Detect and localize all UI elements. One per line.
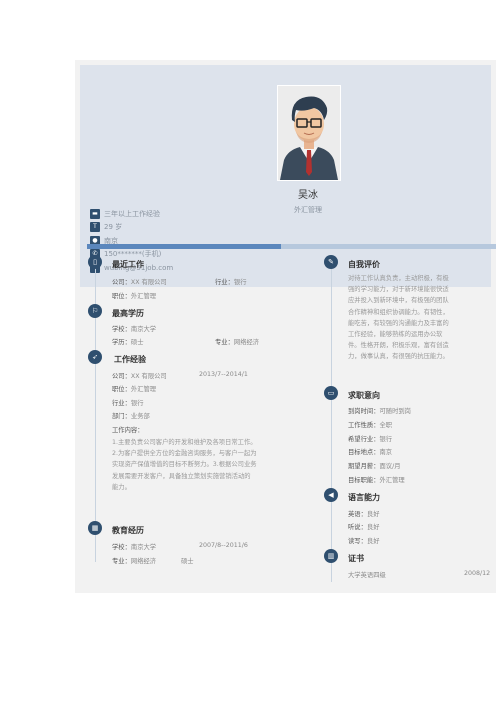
contact-experience: ▬ 三年以上工作经验: [90, 207, 173, 220]
work-content: 1.主要负责公司客户的开发和维护及各项日常工作。 2.为客户提供全方位的金融咨询…: [112, 439, 257, 491]
chat-icon: ✎: [324, 255, 338, 269]
language-heading: 语言能力: [348, 493, 380, 502]
work-dept: 部门：业务部: [112, 413, 150, 420]
recent-job-heading: 最近工作: [112, 260, 144, 269]
left-timeline: [95, 256, 96, 562]
briefcase-icon: ▬: [90, 208, 100, 219]
running-icon: ⚐: [88, 304, 102, 318]
intent-heading: 求职意向: [348, 391, 380, 400]
edu-period: 2007/8--2011/6: [199, 542, 248, 549]
resume-page: ▬ 三年以上工作经验 T 29 岁 ● 南京 ✆ 150*******(手机) …: [75, 60, 496, 593]
language-row: 英语：良好: [348, 511, 380, 518]
recent-industry: 行业：银行: [215, 279, 247, 286]
intent-row: 期望月薪：面议/月: [348, 463, 401, 470]
right-timeline: [331, 256, 332, 582]
candidate-title: 外汇管理: [294, 206, 322, 214]
language-row: 听说：良好: [348, 524, 380, 531]
contact-text: 150*******(手机): [104, 250, 162, 258]
top-edu-heading: 最高学历: [112, 309, 144, 318]
intent-row: 目标地点：南京: [348, 449, 393, 456]
intent-row: 工作性质：全职: [348, 422, 393, 429]
education-heading: 教育经历: [112, 526, 144, 535]
intent-row: 目标职能：外汇管理: [348, 477, 405, 484]
recent-company: 公司：XX 有限公司: [112, 279, 167, 286]
work-industry: 行业：银行: [112, 400, 144, 407]
top-edu-school: 学校：南京大学: [112, 326, 157, 333]
person-icon: T: [90, 222, 100, 232]
contact-age: T 29 岁: [90, 221, 173, 234]
contact-text: 三年以上工作经验: [104, 209, 160, 218]
candidate-name: 吴冰: [298, 190, 318, 201]
work-position: 职位：外汇管理: [112, 386, 157, 393]
top-edu-major: 专业：网络经济: [215, 339, 260, 346]
intent-row: 到岗时间：可随时到岗: [348, 408, 411, 415]
intent-row: 希望行业：银行: [348, 436, 393, 443]
speaker-icon: ◀: [324, 488, 338, 502]
top-edu-degree: 学历：硕士: [112, 339, 144, 346]
edu-major: 专业：网络经济: [112, 558, 157, 565]
edu-degree: 硕士: [181, 558, 194, 565]
cert-date: 2008/12: [464, 570, 491, 577]
edu-school: 学校：南京大学: [112, 544, 157, 551]
building-icon: ▦: [88, 521, 102, 535]
cert-heading: 证书: [348, 554, 364, 563]
avatar-illustration: [278, 86, 340, 180]
rocket-icon: ➶: [88, 350, 102, 364]
book-icon: ▥: [324, 549, 338, 563]
avatar-photo: [277, 85, 341, 181]
work-company: 公司：XX 有限公司: [112, 373, 167, 380]
self-eval-text: 对待工作认真负责，主动积极，有极 强的学习能力，对于新环境能很快适 应并投入到新…: [348, 275, 449, 361]
phone-icon: ▯: [88, 255, 102, 269]
resume-header: ▬ 三年以上工作经验 T 29 岁 ● 南京 ✆ 150*******(手机) …: [80, 65, 496, 287]
work-content-label: 工作内容：: [112, 427, 144, 434]
header-divider-bar: [87, 244, 496, 249]
cert-name: 大学英语四级: [348, 572, 386, 579]
monitor-icon: ▭: [324, 386, 338, 400]
recent-position: 职位：外汇管理: [112, 293, 157, 300]
self-eval-heading: 自我评价: [348, 260, 380, 269]
contact-text: 29 岁: [104, 223, 123, 231]
work-period: 2013/7--2014/1: [199, 371, 248, 378]
work-heading: 工作经验: [114, 355, 146, 364]
language-row: 读写：良好: [348, 538, 380, 545]
